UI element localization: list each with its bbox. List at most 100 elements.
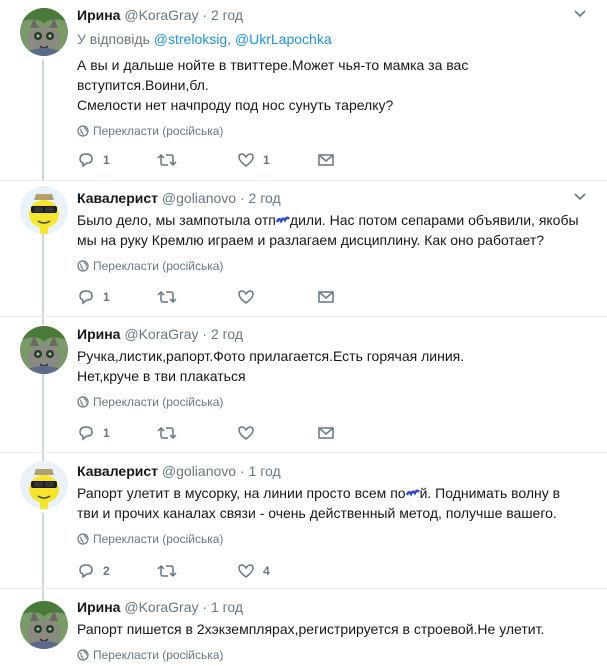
tweet[interactable]: Кавалерист @golianovo · 2 год Было дело,… [0, 181, 607, 316]
tweet-text-fragment: й. Поднимать волну в [419, 485, 561, 501]
direct-message-button[interactable] [317, 287, 335, 305]
separator-dot: · [202, 326, 208, 342]
translate-label: Перекласти (російська) [93, 532, 224, 546]
globe-icon [77, 533, 89, 549]
chevron-down-icon[interactable] [573, 7, 587, 21]
timestamp[interactable]: 1 год [249, 463, 281, 479]
reply-count: 1 [103, 425, 110, 440]
tweet-text-line: тви и прочих каналах связи - очень дейст… [77, 505, 557, 521]
direct-message-button[interactable] [317, 423, 335, 441]
reply-count: 1 [103, 289, 110, 304]
user-handle[interactable]: @KoraGray [124, 7, 198, 23]
tweet-actions: 1 [77, 287, 377, 305]
avatar[interactable] [20, 326, 68, 374]
display-name[interactable]: Кавалерист [77, 463, 158, 479]
tweet[interactable]: Кавалерист @golianovo · 1 год Рапорт уле… [0, 453, 607, 588]
tweet-text: Рапорт пишется в 2хэкземплярах,регистрир… [77, 619, 587, 639]
translate-label: Перекласти (російська) [93, 259, 224, 273]
retweet-icon [157, 289, 177, 303]
avatar[interactable] [20, 601, 68, 649]
envelope-icon [317, 152, 335, 166]
tweet[interactable]: Ирина @KoraGray · 1 год Рапорт пишется в… [0, 589, 607, 666]
timestamp[interactable]: 2 год [249, 190, 281, 206]
retweet-button[interactable] [157, 150, 177, 168]
mention-link[interactable]: @UkrLapochka [235, 31, 332, 47]
tweet-header: Ирина @KoraGray · 2 год [77, 324, 587, 344]
censor-scribble [275, 210, 290, 230]
heart-icon [237, 425, 255, 440]
tweet-actions: 2 4 [77, 561, 377, 579]
reply-icon [77, 425, 95, 441]
reply-icon [77, 563, 95, 579]
tweet-text-fragment: дили. Нас потом сепарами объявили, якобы [289, 212, 579, 228]
like-button[interactable]: 1 [237, 150, 270, 168]
reply-button[interactable]: 1 [77, 287, 110, 305]
display-name[interactable]: Ирина [77, 599, 120, 615]
display-name[interactable]: Ирина [77, 7, 120, 23]
tweet-text-line: вступится.Воини,бл. [77, 77, 209, 93]
retweet-icon [157, 425, 177, 439]
tweet-text-line: мы на руку Кремлю играем и разлагаем дис… [77, 232, 545, 248]
user-handle[interactable]: @KoraGray [124, 599, 198, 615]
tweet-text-line: Ручка,листик,рапорт.Фото прилагается.Ест… [77, 348, 465, 364]
translate-link[interactable]: Перекласти (російська) [77, 647, 587, 665]
globe-icon [77, 649, 89, 665]
timestamp[interactable]: 2 год [211, 7, 243, 23]
translate-link[interactable]: Перекласти (російська) [77, 123, 587, 141]
tweet-header: Ирина @KoraGray · 1 год [77, 597, 587, 617]
reply-count: 1 [103, 152, 110, 167]
display-name[interactable]: Кавалерист [77, 190, 158, 206]
envelope-icon [317, 425, 335, 439]
like-button[interactable] [237, 287, 255, 305]
tweet-text: Рапорт улетит в мусорку, на линии просто… [77, 483, 587, 523]
tweet[interactable]: Ирина @KoraGray · 2 год Ручка,листик,рап… [0, 317, 607, 452]
tweet-text: Ручка,листик,рапорт.Фото прилагается.Ест… [77, 346, 587, 386]
like-button[interactable]: 4 [237, 561, 270, 579]
retweet-button[interactable] [157, 423, 177, 441]
retweet-button[interactable] [157, 561, 177, 579]
retweet-icon [157, 152, 177, 166]
direct-message-button[interactable] [317, 150, 335, 168]
translate-link[interactable]: Перекласти (російська) [77, 394, 587, 412]
translate-label: Перекласти (російська) [93, 648, 224, 662]
like-count: 1 [263, 152, 270, 167]
tweet-text-fragment: Рапорт улетит в мусорку, на линии просто… [77, 485, 406, 501]
tweet-actions: 1 [77, 423, 377, 441]
reply-button[interactable]: 1 [77, 423, 110, 441]
reply-prefix: У відповідь [77, 31, 150, 47]
mention-link[interactable]: @streloksig [154, 31, 227, 47]
retweet-button[interactable] [157, 287, 177, 305]
translate-link[interactable]: Перекласти (російська) [77, 531, 587, 549]
envelope-icon [317, 289, 335, 303]
translate-link[interactable]: Перекласти (російська) [77, 258, 587, 276]
tweet-text-line: Рапорт улетит в мусорку, на линии просто… [77, 483, 587, 503]
censor-scribble [405, 483, 420, 503]
separator-dot: · [202, 7, 208, 23]
separator-dot: · [239, 190, 245, 206]
tweet-header: Кавалерист @golianovo · 2 год [77, 188, 587, 208]
heart-icon [237, 563, 255, 578]
reply-button[interactable]: 2 [77, 561, 110, 579]
chevron-down-icon[interactable] [573, 190, 587, 204]
avatar[interactable] [20, 186, 68, 234]
like-button[interactable] [237, 423, 255, 441]
avatar[interactable] [20, 8, 68, 56]
conversation-timeline: Ирина @KoraGray · 2 год У відповідь @str… [0, 0, 607, 666]
heart-icon [237, 152, 255, 167]
translate-label: Перекласти (російська) [93, 395, 224, 409]
translate-label: Перекласти (російська) [93, 124, 224, 138]
timestamp[interactable]: 2 год [211, 326, 243, 342]
user-handle[interactable]: @golianovo [162, 190, 236, 206]
reply-icon [77, 152, 95, 168]
tweet[interactable]: Ирина @KoraGray · 2 год У відповідь @str… [0, 0, 607, 180]
globe-icon [77, 125, 89, 141]
timestamp[interactable]: 1 год [211, 599, 243, 615]
avatar[interactable] [20, 461, 68, 509]
user-handle[interactable]: @golianovo [162, 463, 236, 479]
reply-button[interactable]: 1 [77, 150, 110, 168]
display-name[interactable]: Ирина [77, 326, 120, 342]
tweet-text-line: Смелости нет начпроду под нос сунуть тар… [77, 97, 394, 113]
user-handle[interactable]: @KoraGray [124, 326, 198, 342]
reply-icon [77, 289, 95, 305]
tweet-text-line: Рапорт пишется в 2хэкземплярах,регистрир… [77, 621, 545, 637]
